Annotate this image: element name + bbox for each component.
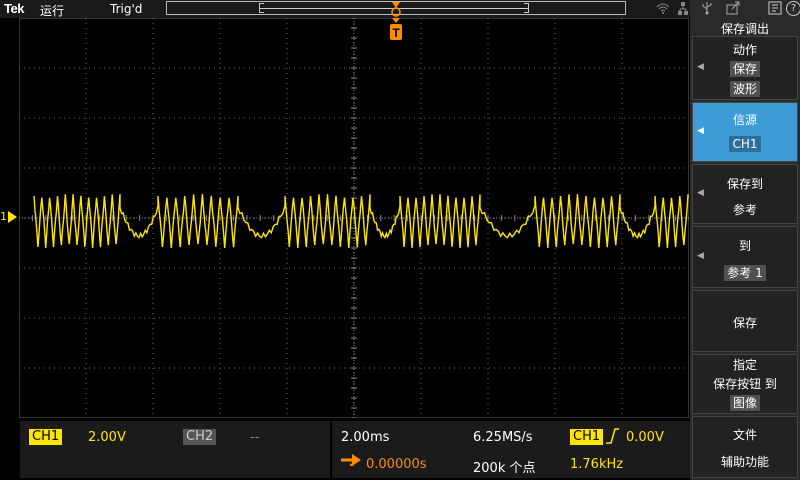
trigger-state: Trig'd — [110, 2, 143, 16]
trigger-t-marker[interactable]: T — [389, 18, 403, 42]
menu-action-value-2: 波形 — [729, 81, 760, 97]
menu-title: 保存调出 — [720, 22, 769, 36]
rising-edge-icon — [606, 428, 619, 444]
menu-action-label: 动作 — [732, 43, 757, 57]
menu-to-button[interactable]: ◀ 到 参考 1 — [692, 226, 798, 288]
sample-rate: 6.25MS/s — [473, 430, 533, 445]
menu-save-to-value: 参考 — [732, 203, 757, 217]
run-state: 运行 — [40, 4, 65, 18]
side-menu: 保存调出 ◀ 动作 保存 波形 ◀ 信源 CH1 ◀ 保存到 参考 ◀ 到 参考… — [690, 0, 800, 480]
help-icon[interactable]: ? — [786, 1, 800, 16]
waveform-display[interactable] — [19, 18, 689, 418]
record-length: 200k 个点 — [473, 461, 536, 476]
menu-source-button[interactable]: ◀ 信源 CH1 — [692, 102, 798, 162]
menu-save-label: 保存 — [732, 316, 757, 330]
ch1-marker-label: 1 — [0, 210, 7, 223]
ch1-waveform-trace — [33, 194, 689, 249]
menu-assign-value: 图像 — [729, 395, 760, 411]
menu-save-to-button[interactable]: ◀ 保存到 参考 — [692, 164, 798, 224]
menu-source-label: 信源 — [732, 113, 757, 127]
settings-icon[interactable] — [768, 1, 782, 18]
usb-icon — [700, 1, 714, 18]
menu-file-label: 文件 — [732, 428, 757, 442]
trigger-position-icon — [391, 2, 401, 17]
trigger-level[interactable]: 0.00V — [626, 430, 664, 445]
menu-to-label: 到 — [738, 239, 751, 253]
network-icon — [678, 2, 688, 19]
export-icon — [726, 1, 740, 18]
trigger-t-label: T — [392, 26, 400, 40]
frequency-readout: 1.76kHz — [570, 457, 624, 472]
ch1-badge[interactable]: CH1 — [29, 429, 63, 445]
ch2-badge[interactable]: CH2 — [183, 429, 217, 445]
trigger-position-time[interactable]: 0.00000s — [366, 457, 427, 472]
ch2-scale: -- — [250, 430, 260, 445]
timebase-value[interactable]: 2.00ms — [341, 430, 389, 445]
menu-action-button[interactable]: ◀ 动作 保存 波形 — [692, 36, 798, 100]
menu-source-value: CH1 — [729, 136, 761, 152]
menu-save-to-label: 保存到 — [726, 177, 763, 191]
menu-assign-text: 保存按钮 到 — [713, 377, 777, 391]
trigger-source-badge[interactable]: CH1 — [570, 429, 604, 445]
trigger-position-arrow-icon — [341, 454, 361, 466]
menu-utilities-label: 辅助功能 — [720, 455, 769, 469]
menu-save-button[interactable]: 保存 — [692, 290, 798, 352]
menu-assign-label: 指定 — [732, 358, 757, 372]
vertical-status-panel[interactable]: CH1 2.00V CH2 -- — [20, 421, 330, 478]
ch1-scale: 2.00V — [88, 430, 126, 445]
menu-action-value-1: 保存 — [729, 61, 760, 77]
menu-assign-button[interactable]: 指定 保存按钮 到 图像 — [692, 354, 798, 414]
horizontal-trigger-status-panel[interactable]: 2.00ms 6.25MS/s CH1 0.00V 0.00000s 200k … — [332, 421, 690, 478]
ch1-ground-marker[interactable]: 1 — [0, 210, 17, 223]
wifi-icon — [656, 2, 670, 17]
ch1-marker-arrow-icon — [8, 211, 17, 223]
menu-to-value: 参考 1 — [724, 265, 766, 281]
menu-file-utilities-button[interactable]: 文件 辅助功能 — [692, 416, 798, 478]
tek-logo: Tek — [4, 1, 24, 16]
